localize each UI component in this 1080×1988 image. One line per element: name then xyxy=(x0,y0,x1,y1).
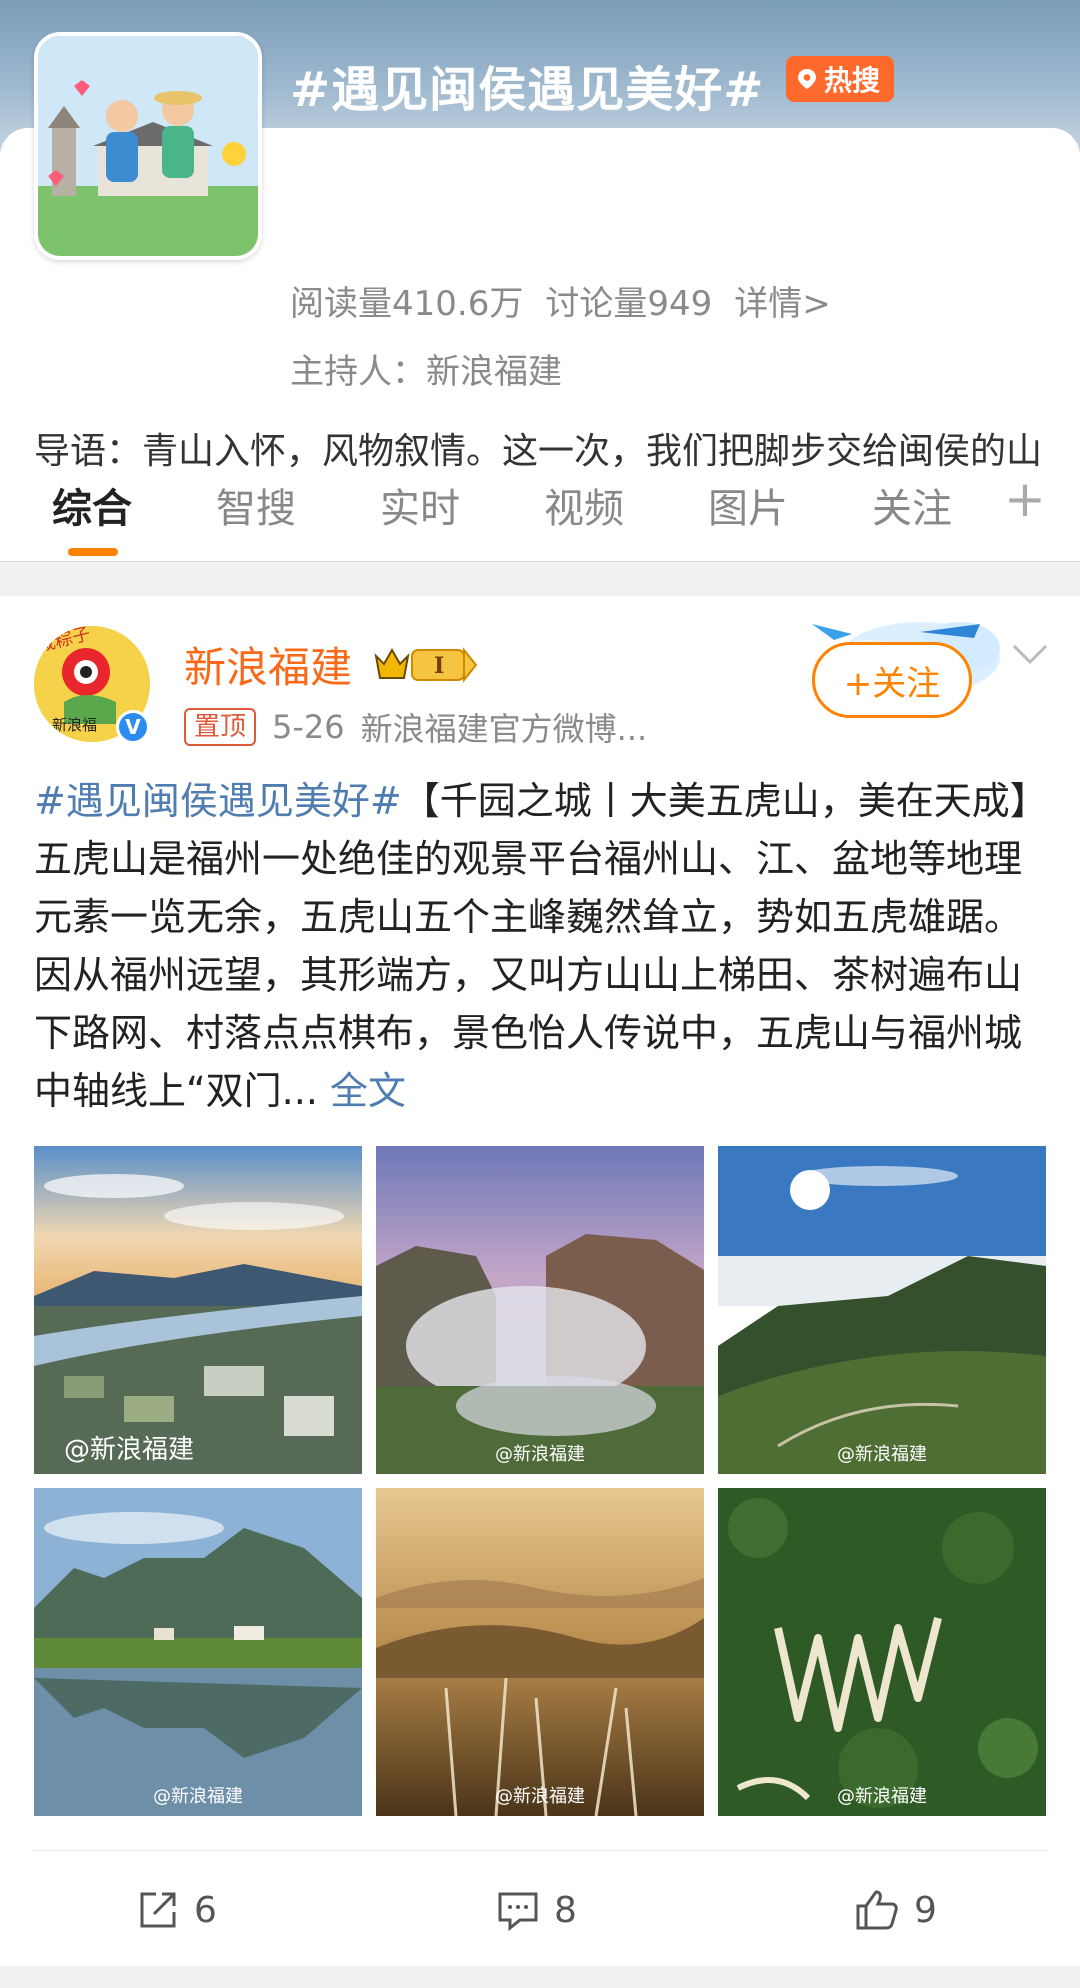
post-source: 新浪福建官方微博... xyxy=(360,710,648,748)
author-name[interactable]: 新浪福建 xyxy=(184,634,352,695)
chevron-down-icon[interactable] xyxy=(1010,640,1050,668)
watermark-1: @新浪福建 xyxy=(64,1435,195,1465)
hot-search-badge[interactable]: 热搜 xyxy=(786,56,895,102)
post-meta: 置顶 5-26 新浪福建官方微博... xyxy=(184,704,647,750)
follow-button[interactable]: +关注 xyxy=(812,642,972,718)
watermark-2: @新浪福建 xyxy=(495,1444,585,1465)
topic-stats: 阅读量410.6万 讨论量949 详情> xyxy=(290,276,831,325)
post-date: 5-26 xyxy=(272,708,345,746)
topic-title[interactable]: #遇见闽侯遇见美好# xyxy=(290,50,764,120)
post-hashtag[interactable]: #遇见闽侯遇见美好# xyxy=(34,779,402,823)
comment-count: 8 xyxy=(554,1889,577,1931)
photo-sunny-plateau[interactable]: @新浪福建 xyxy=(718,1146,1046,1474)
member-badge[interactable]: I xyxy=(372,644,480,690)
post-actions: 6 8 9 xyxy=(0,1858,1080,1958)
action-divider xyxy=(34,1850,1046,1851)
comment-button[interactable]: 8 xyxy=(496,1888,577,1932)
verified-icon: V xyxy=(116,710,150,744)
photo-golden-reeds[interactable]: @新浪福建 xyxy=(376,1488,704,1816)
post-body: #遇见闽侯遇见美好#【千园之城丨大美五虎山，美在天成】五虎山是福州一处绝佳的观景… xyxy=(34,772,1050,1120)
member-level-text: I xyxy=(434,653,444,679)
hot-badge-label: 热搜 xyxy=(824,64,881,97)
active-tab-indicator xyxy=(68,548,118,556)
location-pin-icon xyxy=(798,69,816,89)
tab-realtime[interactable]: 实时 xyxy=(380,476,460,534)
tab-smart-search[interactable]: 智搜 xyxy=(216,476,296,534)
read-more-link[interactable]: 全文 xyxy=(330,1069,406,1113)
search-tabs: 综合 智搜 实时 视频 图片 关注 + xyxy=(0,470,1080,562)
repost-button[interactable]: 6 xyxy=(136,1888,217,1932)
repost-icon xyxy=(140,1892,176,1928)
post-body-text: 【千园之城丨大美五虎山，美在天成】五虎山是福州一处绝佳的观景平台福州山、江、盆地… xyxy=(34,779,1048,1113)
topic-cover-image xyxy=(34,32,262,260)
watermark-4: @新浪福建 xyxy=(153,1786,243,1807)
pinned-tag: 置顶 xyxy=(184,708,257,746)
tab-comprehensive[interactable]: 综合 xyxy=(52,476,132,534)
details-link[interactable]: 详情> xyxy=(734,276,831,325)
photo-river-city[interactable]: @新浪福建 xyxy=(34,1146,362,1474)
repost-count: 6 xyxy=(194,1889,217,1931)
photo-lake-reflection[interactable]: @新浪福建 xyxy=(34,1488,362,1816)
avatar-subtext: 新浪福 xyxy=(52,716,97,734)
watermark-6: @新浪福建 xyxy=(837,1786,927,1807)
read-count: 阅读量410.6万 xyxy=(290,284,524,324)
topic-host: 主持人：新浪福建 xyxy=(290,352,562,392)
thumbs-up-icon xyxy=(856,1890,898,1930)
photo-misty-peaks[interactable]: @新浪福建 xyxy=(376,1146,704,1474)
comment-icon xyxy=(498,1892,538,1932)
discussion-count: 讨论量949 xyxy=(545,284,713,324)
tab-images[interactable]: 图片 xyxy=(708,476,788,534)
like-count: 9 xyxy=(914,1889,937,1931)
photo-winding-road[interactable]: @新浪福建 xyxy=(718,1488,1046,1816)
watermark-5: @新浪福建 xyxy=(495,1786,585,1807)
like-button[interactable]: 9 xyxy=(854,1888,937,1932)
tab-video[interactable]: 视频 xyxy=(544,476,624,534)
watermark-3: @新浪福建 xyxy=(837,1444,927,1465)
add-tab-button[interactable]: + xyxy=(1004,470,1046,528)
tab-following[interactable]: 关注 xyxy=(872,476,952,534)
post-card: 咸粽子 新浪福 V 新浪福建 I 置顶 5-26 新浪福建官方微博... +关注… xyxy=(0,596,1080,1966)
